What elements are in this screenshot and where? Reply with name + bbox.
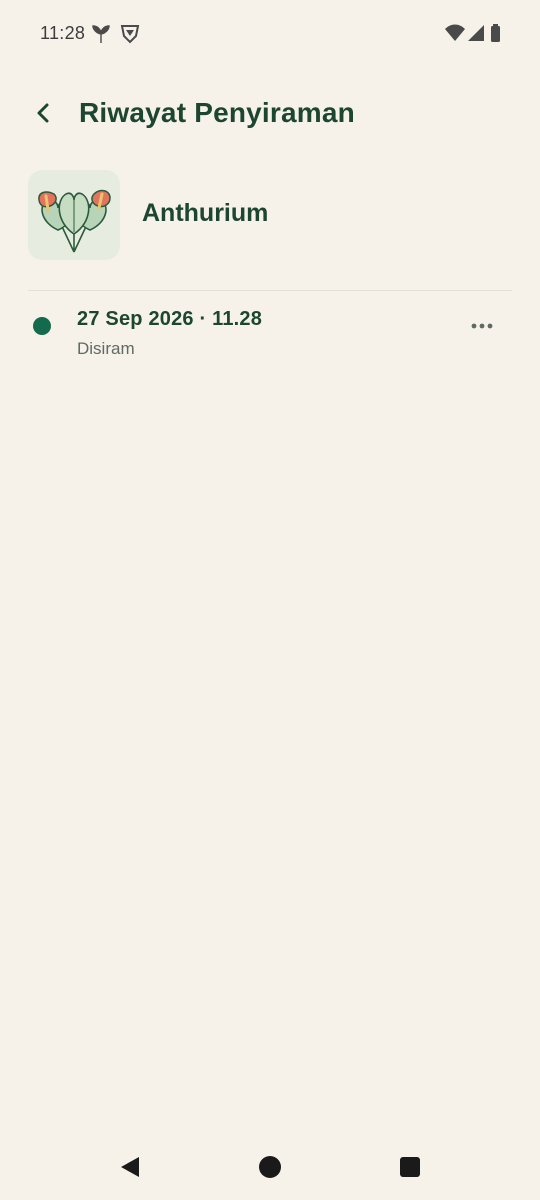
divider xyxy=(28,290,512,291)
back-button[interactable] xyxy=(26,96,60,134)
battery-icon xyxy=(490,23,502,45)
page-title: Riwayat Penyiraman xyxy=(79,97,355,128)
home-circle-icon xyxy=(258,1155,282,1184)
anthurium-illustration-icon xyxy=(28,189,120,260)
navigation-bar xyxy=(0,1136,540,1200)
plant-thumbnail xyxy=(28,170,120,260)
wifi-icon xyxy=(444,23,466,45)
nav-recents-button[interactable] xyxy=(397,1156,423,1182)
status-bar: 11:28 xyxy=(0,0,540,68)
nav-back-button[interactable] xyxy=(117,1156,143,1182)
leaf-icon xyxy=(90,23,112,45)
back-triangle-icon xyxy=(118,1155,142,1184)
signal-icon xyxy=(466,23,486,45)
status-time: 11:28 xyxy=(40,23,86,43)
recents-square-icon xyxy=(398,1155,422,1184)
entry-date: 27 Sep 2026 · 11.28 xyxy=(77,308,263,330)
shield-icon xyxy=(120,23,140,45)
history-entry[interactable]: 27 Sep 2026 · 11.28 Disiram xyxy=(0,300,540,370)
plant-name: Anthurium xyxy=(142,199,269,227)
entry-status: Disiram xyxy=(77,339,135,358)
nav-home-button[interactable] xyxy=(257,1155,283,1184)
chevron-left-icon xyxy=(34,102,52,129)
status-dot xyxy=(33,317,51,335)
more-horizontal-icon xyxy=(470,317,494,335)
more-options-button[interactable] xyxy=(462,310,502,342)
